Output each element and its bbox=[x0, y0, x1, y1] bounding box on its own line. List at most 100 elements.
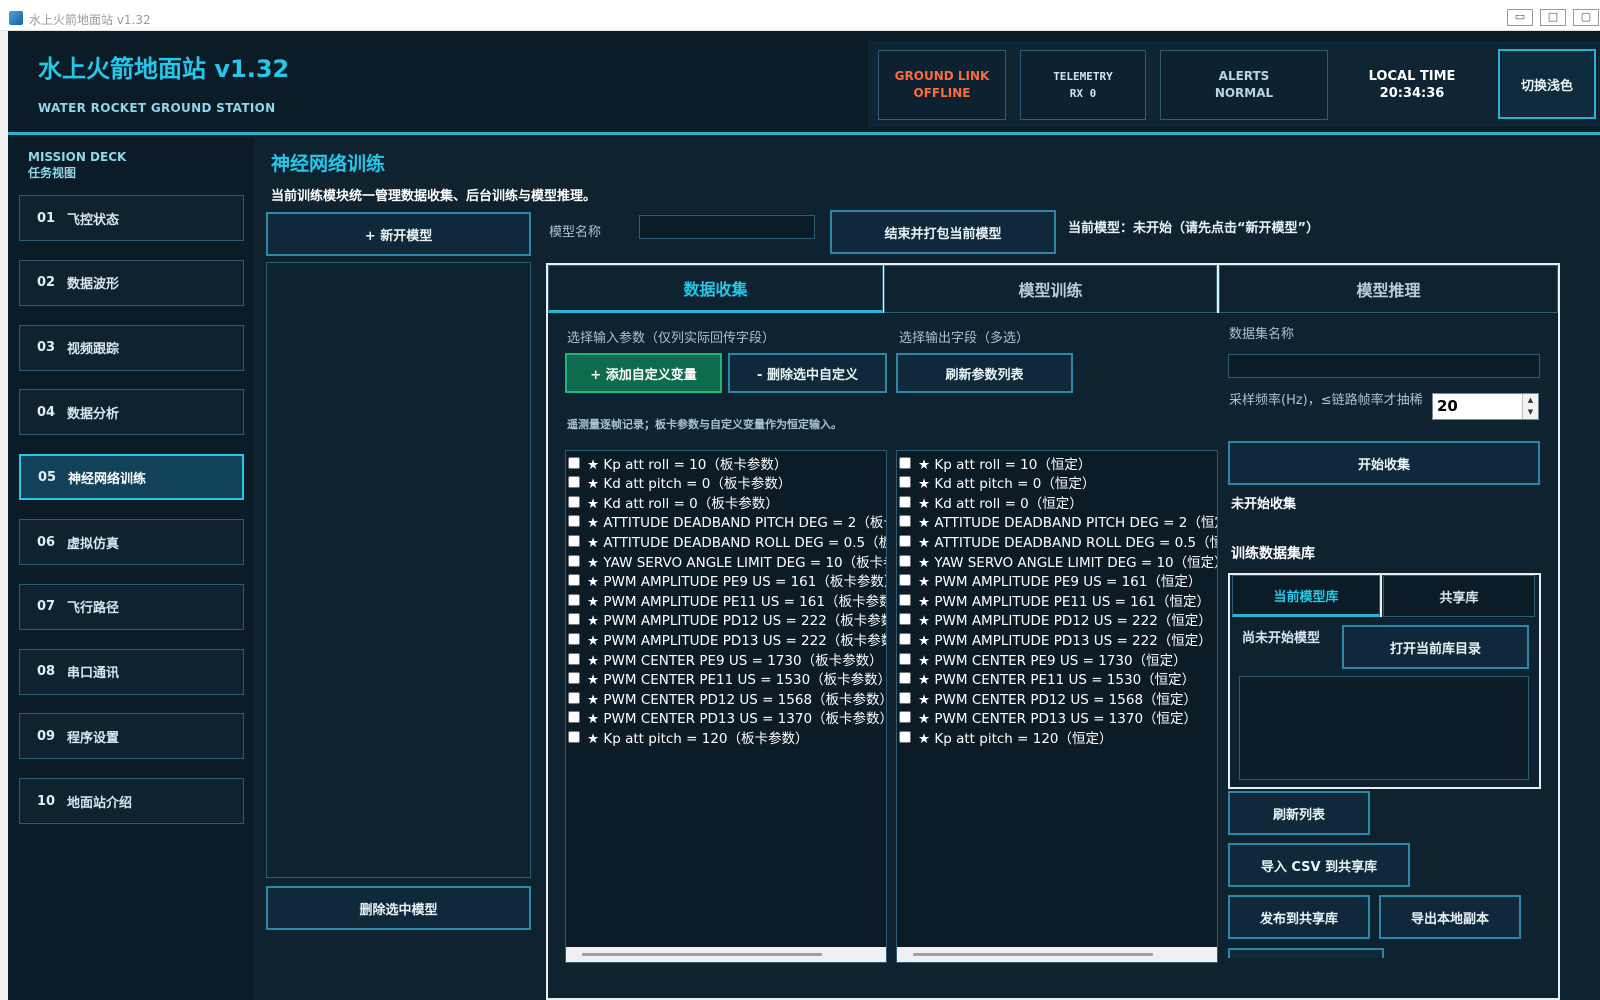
sidebar-item-09[interactable]: 09 程序设置 bbox=[19, 713, 244, 760]
model-list[interactable] bbox=[266, 262, 531, 878]
checkbox[interactable] bbox=[568, 711, 580, 724]
sidebar-item-07[interactable]: 07 飞行路径 bbox=[19, 583, 244, 630]
checkbox[interactable] bbox=[899, 711, 911, 724]
output-field-list-item[interactable]: ★ PWM CENTER PE11 US = 1530（恒定） bbox=[899, 669, 1195, 688]
input-param-list-item[interactable]: ★ PWM AMPLITUDE PD13 US = 222（板卡参数） bbox=[568, 629, 886, 649]
checkbox[interactable] bbox=[899, 672, 911, 685]
checkbox[interactable] bbox=[568, 652, 580, 665]
maximize-button[interactable]: □ bbox=[1540, 9, 1566, 26]
input-param-list-item[interactable]: ★ Kp att pitch = 120（板卡参数） bbox=[568, 727, 809, 747]
input-param-list-item[interactable]: ★ PWM AMPLITUDE PE11 US = 161（板卡参数） bbox=[568, 590, 886, 610]
input-param-list-item[interactable]: ★ PWM CENTER PE9 US = 1730（板卡参数） bbox=[568, 649, 883, 669]
sidebar-item-01[interactable]: 01 飞控状态 bbox=[19, 195, 244, 241]
output-field-list-item[interactable]: ★ PWM CENTER PE9 US = 1730（恒定） bbox=[899, 649, 1187, 669]
sidebar-item-03[interactable]: 03 视频跟踪 bbox=[19, 324, 244, 371]
input-param-list-item[interactable]: ★ PWM CENTER PD13 US = 1370（板卡参数） bbox=[568, 708, 886, 727]
sidebar-item-06[interactable]: 06 虚拟仿真 bbox=[19, 519, 244, 565]
checkbox[interactable] bbox=[568, 534, 580, 547]
checkbox[interactable] bbox=[899, 652, 911, 665]
input-param-list-item[interactable]: ★ Kp att roll = 10（板卡参数） bbox=[568, 453, 787, 473]
checkbox[interactable] bbox=[899, 691, 911, 704]
checkbox[interactable] bbox=[568, 456, 580, 469]
dataset-name-input[interactable] bbox=[1228, 354, 1540, 378]
checkbox[interactable] bbox=[899, 574, 911, 587]
output-field-list-item[interactable]: ★ PWM CENTER PD13 US = 1370（恒定） bbox=[899, 708, 1197, 727]
checkbox[interactable] bbox=[568, 574, 580, 587]
toggle-theme-button[interactable]: 切换浅色 bbox=[1498, 49, 1596, 119]
output-field-list-item[interactable]: ★ Kd att pitch = 0（恒定） bbox=[899, 473, 1095, 492]
checkbox[interactable] bbox=[568, 476, 580, 489]
library-list[interactable] bbox=[1239, 676, 1529, 780]
model-name-input[interactable] bbox=[639, 215, 815, 239]
delete-model-button[interactable]: 删除选中模型 bbox=[266, 886, 531, 930]
checkbox[interactable] bbox=[899, 495, 911, 508]
sample-rate-spinbox[interactable]: 20 ▲ ▼ bbox=[1432, 393, 1539, 420]
output-field-list-item[interactable]: ★ PWM AMPLITUDE PE11 US = 161（恒定） bbox=[899, 590, 1210, 610]
input-param-list-item[interactable]: ★ Kd att pitch = 0（板卡参数） bbox=[568, 473, 791, 492]
finish-pack-model-button[interactable]: 结束并打包当前模型 bbox=[830, 210, 1056, 254]
publish-shared-button[interactable]: 发布到共享库 bbox=[1228, 895, 1370, 939]
input-params-list[interactable]: ★ Kp att roll = 10（板卡参数） ★ Kd att pitch =… bbox=[565, 450, 887, 963]
checkbox[interactable] bbox=[568, 495, 580, 508]
add-custom-variable-button[interactable]: + 添加自定义变量 bbox=[565, 353, 722, 393]
checkbox[interactable] bbox=[899, 476, 911, 489]
checkbox[interactable] bbox=[899, 613, 911, 626]
scrollbar-thumb[interactable] bbox=[913, 953, 1153, 956]
minimize-button[interactable]: ▭ bbox=[1507, 9, 1533, 26]
input-param-list-item[interactable]: ★ PWM AMPLITUDE PD12 US = 222（板卡参数） bbox=[568, 610, 886, 629]
checkbox[interactable] bbox=[899, 515, 911, 528]
checkbox[interactable] bbox=[899, 554, 911, 567]
export-local-copy-button[interactable]: 导出本地副本 bbox=[1379, 895, 1521, 939]
tab-shared-library[interactable]: 共享库 bbox=[1383, 575, 1535, 617]
output-field-list-item[interactable]: ★ PWM AMPLITUDE PD13 US = 222（恒定） bbox=[899, 629, 1212, 649]
partially-visible-button[interactable] bbox=[1228, 948, 1384, 958]
output-field-list-item[interactable]: ★ PWM AMPLITUDE PD12 US = 222（恒定） bbox=[899, 610, 1212, 629]
checkbox[interactable] bbox=[899, 534, 911, 547]
checkbox[interactable] bbox=[568, 515, 580, 528]
sidebar-item-08[interactable]: 08 串口通讯 bbox=[19, 648, 244, 695]
input-param-list-item[interactable]: ★ ATTITUDE DEADBAND ROLL DEG = 0.5（板卡参数） bbox=[568, 531, 886, 551]
checkbox[interactable] bbox=[568, 691, 580, 704]
refresh-params-button[interactable]: 刷新参数列表 bbox=[896, 353, 1073, 393]
checkbox[interactable] bbox=[899, 632, 911, 645]
refresh-list-button[interactable]: 刷新列表 bbox=[1228, 791, 1370, 835]
new-model-button[interactable]: + 新开模型 bbox=[266, 212, 531, 256]
input-param-list-item[interactable]: ★ ATTITUDE DEADBAND PITCH DEG = 2（板卡参数） bbox=[568, 512, 886, 531]
checkbox[interactable] bbox=[568, 730, 580, 743]
output-field-list-item[interactable]: ★ ATTITUDE DEADBAND PITCH DEG = 2（恒定） bbox=[899, 512, 1217, 531]
input-param-list-item[interactable]: ★ PWM CENTER PD12 US = 1568（板卡参数） bbox=[568, 688, 886, 708]
input-param-list-item[interactable]: ★ PWM AMPLITUDE PE9 US = 161（板卡参数） bbox=[568, 571, 886, 590]
sidebar-item-04[interactable]: 04 数据分析 bbox=[19, 389, 244, 436]
output-field-list-item[interactable]: ★ PWM CENTER PD12 US = 1568（恒定） bbox=[899, 688, 1197, 708]
sidebar-item-05[interactable]: 05 神经网络训练 bbox=[19, 454, 244, 501]
start-collect-button[interactable]: 开始收集 bbox=[1228, 441, 1540, 485]
input-param-list-item[interactable]: ★ PWM CENTER PE11 US = 1530（板卡参数） bbox=[568, 669, 886, 688]
output-field-list-item[interactable]: ★ ATTITUDE DEADBAND ROLL DEG = 0.5（恒定） bbox=[899, 531, 1217, 551]
input-list-hscrollbar[interactable] bbox=[566, 947, 886, 962]
output-field-list-item[interactable]: ★ Kp att roll = 10（恒定） bbox=[899, 453, 1091, 473]
output-list-hscrollbar[interactable] bbox=[897, 947, 1217, 962]
scrollbar-thumb[interactable] bbox=[582, 953, 822, 956]
tab-model-inference[interactable]: 模型推理 bbox=[1219, 265, 1558, 313]
delete-custom-variable-button[interactable]: - 删除选中自定义 bbox=[728, 353, 887, 393]
spinbox-arrows[interactable]: ▲ ▼ bbox=[1522, 394, 1538, 419]
output-field-list-item[interactable]: ★ PWM AMPLITUDE PE9 US = 161（恒定） bbox=[899, 571, 1201, 590]
tab-current-model-library[interactable]: 当前模型库 bbox=[1232, 575, 1380, 617]
output-field-list-item[interactable]: ★ Kp att pitch = 120（恒定） bbox=[899, 727, 1113, 747]
checkbox[interactable] bbox=[568, 632, 580, 645]
input-param-list-item[interactable]: ★ Kd att roll = 0（板卡参数） bbox=[568, 492, 779, 512]
checkbox[interactable] bbox=[899, 593, 911, 606]
sidebar-item-10[interactable]: 10 地面站介绍 bbox=[19, 778, 244, 825]
output-fields-list[interactable]: ★ Kp att roll = 10（恒定） ★ Kd att pitch = 0… bbox=[896, 450, 1218, 963]
tab-model-training[interactable]: 模型训练 bbox=[884, 265, 1217, 313]
open-library-folder-button[interactable]: 打开当前库目录 bbox=[1342, 625, 1529, 669]
output-field-list-item[interactable]: ★ Kd att roll = 0（恒定） bbox=[899, 492, 1083, 512]
sidebar-item-02[interactable]: 02 数据波形 bbox=[19, 259, 244, 306]
close-button[interactable]: ▢ bbox=[1573, 9, 1599, 26]
input-param-list-item[interactable]: ★ YAW SERVO ANGLE LIMIT DEG = 10（板卡参数） bbox=[568, 551, 886, 571]
checkbox[interactable] bbox=[568, 613, 580, 626]
import-csv-button[interactable]: 导入 CSV 到共享库 bbox=[1228, 843, 1410, 887]
checkbox[interactable] bbox=[568, 593, 580, 606]
checkbox[interactable] bbox=[568, 554, 580, 567]
spin-down-icon[interactable]: ▼ bbox=[1523, 406, 1538, 418]
